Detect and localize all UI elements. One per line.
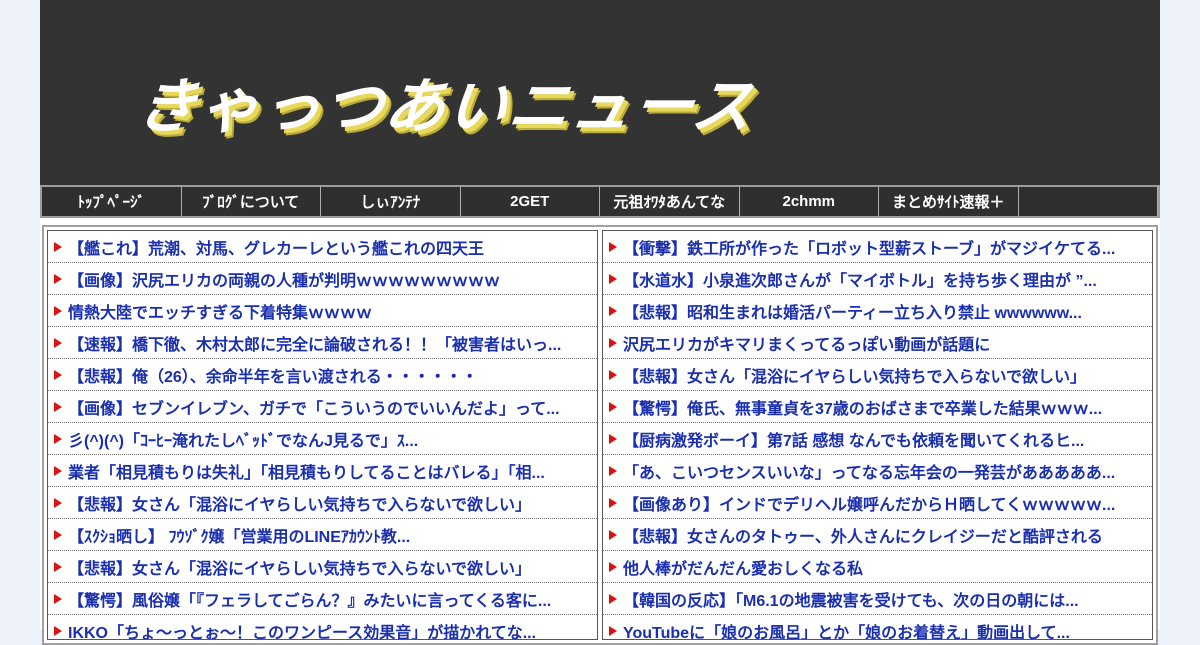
list-item[interactable]: 情熱大陸でエッチすぎる下着特集ｗｗｗｗ	[48, 295, 597, 327]
nav-item-2chmm[interactable]: 2chmm	[740, 187, 879, 216]
red-triangle-bullet-icon	[54, 529, 62, 540]
list-item[interactable]: 【驚愕】俺氏、無事童貞を37歳のおばさまで卒業した結果ｗｗｗ...	[603, 391, 1152, 423]
article-link[interactable]: IKKO「ちょ〜っとぉ〜！このワンピース効果音」が描かれてな...	[68, 619, 536, 640]
article-link[interactable]: 【水道水】小泉進次郎さんが「マイボトル」を持ち歩く理由が ”...	[623, 267, 1097, 291]
list-item[interactable]: 【画像】沢尻エリカの両親の人種が判明ｗｗｗｗｗｗｗｗｗ	[48, 263, 597, 295]
red-triangle-bullet-icon	[609, 273, 617, 284]
list-item[interactable]: 【悲報】俺（26）、余命半年を言い渡される・・・・・・	[48, 359, 597, 391]
list-item[interactable]: 【悲報】女さん「混浴にイヤらしい気持ちで入らないで欲しい」	[48, 551, 597, 583]
header-banner: きゃっつあいニュース	[40, 0, 1160, 185]
left-link-column: 【艦これ】荒潮、対馬、グレカーレという艦これの四天王 【画像】沢尻エリカの両親の人…	[47, 230, 598, 640]
nav-item-empty	[1019, 187, 1158, 216]
list-item[interactable]: 【画像あり】インドでデリヘル嬢呼んだからＨ晒してくｗｗｗｗｗ...	[603, 487, 1152, 519]
red-triangle-bullet-icon	[54, 241, 62, 252]
article-link[interactable]: 【韓国の反応】「M6.1の地震被害を受けても、次の日の朝には...	[623, 587, 1079, 611]
article-link[interactable]: 【衝撃】鉄工所が作った「ロボット型薪ストーブ」がマジイケてる...	[623, 235, 1115, 259]
red-triangle-bullet-icon	[609, 401, 617, 412]
article-link[interactable]: 【ｽｸｼｮ晒し】 ﾌｳｿﾞｸ嬢「営業用のLINEｱｶｳﾝﾄ教...	[68, 523, 410, 547]
list-item[interactable]: 【画像】セブンイレブン、ガチで「こういうのでいいんだよ」って...	[48, 391, 597, 423]
red-triangle-bullet-icon	[54, 465, 62, 476]
right-link-column: 【衝撃】鉄工所が作った「ロボット型薪ストーブ」がマジイケてる... 【水道水】小泉…	[602, 230, 1153, 640]
article-link[interactable]: 【驚愕】俺氏、無事童貞を37歳のおばさまで卒業した結果ｗｗｗ...	[623, 395, 1102, 419]
red-triangle-bullet-icon	[54, 273, 62, 284]
article-link[interactable]: 【画像あり】インドでデリヘル嬢呼んだからＨ晒してくｗｗｗｗｗ...	[623, 491, 1115, 515]
list-item[interactable]: 業者「相見積もりは失礼」「相見積もりしてることはバレる」「相...	[48, 455, 597, 487]
link-list-area: 【艦これ】荒潮、対馬、グレカーレという艦これの四天王 【画像】沢尻エリカの両親の人…	[42, 225, 1158, 645]
nav-item-2get[interactable]: 2GET	[461, 187, 600, 216]
article-link[interactable]: 【悲報】昭和生まれは婚活パーティー立ち入り禁止 wwwwww...	[623, 299, 1082, 323]
article-link[interactable]: 【画像】セブンイレブン、ガチで「こういうのでいいんだよ」って...	[68, 395, 560, 419]
red-triangle-bullet-icon	[54, 561, 62, 572]
list-item[interactable]: 沢尻エリカがキマリまくってるっぽい動画が話題に	[603, 327, 1152, 359]
page: きゃっつあいニュース ﾄｯﾌﾟﾍﾟｰｼﾞ ﾌﾞﾛｸﾞについて しぃｱﾝﾃﾅ 2G…	[40, 0, 1160, 645]
list-item[interactable]: 【速報】橋下徹、木村太郎に完全に論破される！！「被害者はいっ...	[48, 327, 597, 359]
article-link[interactable]: YouTubeに「娘のお風呂」とか「娘のお着替え」動画出して...	[623, 619, 1070, 640]
list-item[interactable]: 【ｽｸｼｮ晒し】 ﾌｳｿﾞｸ嬢「営業用のLINEｱｶｳﾝﾄ教...	[48, 519, 597, 551]
list-item[interactable]: 【悲報】女さんのタトゥー、外人さんにクレイジーだと酷評される	[603, 519, 1152, 551]
list-item[interactable]: 【水道水】小泉進次郎さんが「マイボトル」を持ち歩く理由が ”...	[603, 263, 1152, 295]
red-triangle-bullet-icon	[609, 497, 617, 508]
article-link[interactable]: 「あ、こいつセンスいいな」ってなる忘年会の一発芸があああああ...	[623, 459, 1115, 483]
list-item[interactable]: YouTubeに「娘のお風呂」とか「娘のお着替え」動画出して...	[603, 615, 1152, 640]
list-item[interactable]: 【悲報】昭和生まれは婚活パーティー立ち入り禁止 wwwwww...	[603, 295, 1152, 327]
nav-bar: ﾄｯﾌﾟﾍﾟｰｼﾞ ﾌﾞﾛｸﾞについて しぃｱﾝﾃﾅ 2GET 元祖ｵﾜﾀあんて…	[40, 185, 1160, 218]
article-link[interactable]: 情熱大陸でエッチすぎる下着特集ｗｗｗｗ	[68, 299, 372, 323]
list-item[interactable]: 【悲報】女さん「混浴にイヤらしい気持ちで入らないで欲しい」	[603, 359, 1152, 391]
red-triangle-bullet-icon	[609, 241, 617, 252]
list-item[interactable]: 彡(^)(^)「ｺｰﾋｰ淹れたしﾍﾞｯﾄﾞでなんJ見るで」ｽ...	[48, 423, 597, 455]
list-item[interactable]: 【驚愕】風俗嬢「『フェラしてごらん？』みたいに言ってくる客に...	[48, 583, 597, 615]
article-link[interactable]: 【速報】橋下徹、木村太郎に完全に論破される！！「被害者はいっ...	[68, 331, 561, 355]
nav-item-shii-antenna[interactable]: しぃｱﾝﾃﾅ	[321, 187, 461, 216]
article-link[interactable]: 【悲報】女さん「混浴にイヤらしい気持ちで入らないで欲しい」	[623, 363, 1086, 387]
red-triangle-bullet-icon	[54, 305, 62, 316]
red-triangle-bullet-icon	[609, 305, 617, 316]
red-triangle-bullet-icon	[609, 529, 617, 540]
list-item[interactable]: 【艦これ】荒潮、対馬、グレカーレという艦これの四天王	[48, 231, 597, 263]
red-triangle-bullet-icon	[54, 401, 62, 412]
article-link[interactable]: 【画像】沢尻エリカの両親の人種が判明ｗｗｗｗｗｗｗｗｗ	[68, 267, 500, 291]
red-triangle-bullet-icon	[54, 497, 62, 508]
article-link[interactable]: 業者「相見積もりは失礼」「相見積もりしてることはバレる」「相...	[68, 459, 545, 483]
list-item[interactable]: 他人棒がだんだん愛おしくなる私	[603, 551, 1152, 583]
list-item[interactable]: 【悲報】女さん「混浴にイヤらしい気持ちで入らないで欲しい」	[48, 487, 597, 519]
red-triangle-bullet-icon	[54, 593, 62, 604]
red-triangle-bullet-icon	[54, 625, 62, 636]
list-item[interactable]: 【衝撃】鉄工所が作った「ロボット型薪ストーブ」がマジイケてる...	[603, 231, 1152, 263]
article-link[interactable]: 【驚愕】風俗嬢「『フェラしてごらん？』みたいに言ってくる客に...	[68, 587, 551, 611]
article-link[interactable]: 【悲報】女さんのタトゥー、外人さんにクレイジーだと酷評される	[623, 523, 1103, 547]
list-item[interactable]: 【韓国の反応】「M6.1の地震被害を受けても、次の日の朝には...	[603, 583, 1152, 615]
article-link[interactable]: 沢尻エリカがキマリまくってるっぽい動画が話題に	[623, 331, 990, 355]
article-link[interactable]: 【悲報】俺（26）、余命半年を言い渡される・・・・・・	[68, 363, 478, 387]
list-item[interactable]: IKKO「ちょ〜っとぉ〜！このワンピース効果音」が描かれてな...	[48, 615, 597, 640]
red-triangle-bullet-icon	[54, 369, 62, 380]
red-triangle-bullet-icon	[609, 465, 617, 476]
red-triangle-bullet-icon	[609, 561, 617, 572]
red-triangle-bullet-icon	[609, 433, 617, 444]
nav-item-top[interactable]: ﾄｯﾌﾟﾍﾟｰｼﾞ	[42, 187, 182, 216]
article-link[interactable]: 【悲報】女さん「混浴にイヤらしい気持ちで入らないで欲しい」	[68, 491, 531, 515]
red-triangle-bullet-icon	[609, 593, 617, 604]
red-triangle-bullet-icon	[609, 337, 617, 348]
article-link[interactable]: 【悲報】女さん「混浴にイヤらしい気持ちで入らないで欲しい」	[68, 555, 531, 579]
red-triangle-bullet-icon	[54, 337, 62, 348]
nav-item-matome-sokuho[interactable]: まとめｻｲﾄ速報＋	[879, 187, 1019, 216]
nav-item-ganso-owata[interactable]: 元祖ｵﾜﾀあんてな	[600, 187, 740, 216]
article-link[interactable]: 他人棒がだんだん愛おしくなる私	[623, 555, 863, 579]
article-link[interactable]: 彡(^)(^)「ｺｰﾋｰ淹れたしﾍﾞｯﾄﾞでなんJ見るで」ｽ...	[68, 427, 418, 451]
red-triangle-bullet-icon	[609, 369, 617, 380]
red-triangle-bullet-icon	[54, 433, 62, 444]
site-logo[interactable]: きゃっつあいニュース	[132, 58, 761, 145]
article-link[interactable]: 【艦これ】荒潮、対馬、グレカーレという艦これの四天王	[68, 235, 484, 259]
list-item[interactable]: 【厨病激発ボーイ】第7話 感想 なんでも依頼を聞いてくれるヒ...	[603, 423, 1152, 455]
article-link[interactable]: 【厨病激発ボーイ】第7話 感想 なんでも依頼を聞いてくれるヒ...	[623, 427, 1084, 451]
red-triangle-bullet-icon	[609, 625, 617, 636]
list-item[interactable]: 「あ、こいつセンスいいな」ってなる忘年会の一発芸があああああ...	[603, 455, 1152, 487]
nav-item-about[interactable]: ﾌﾞﾛｸﾞについて	[182, 187, 321, 216]
